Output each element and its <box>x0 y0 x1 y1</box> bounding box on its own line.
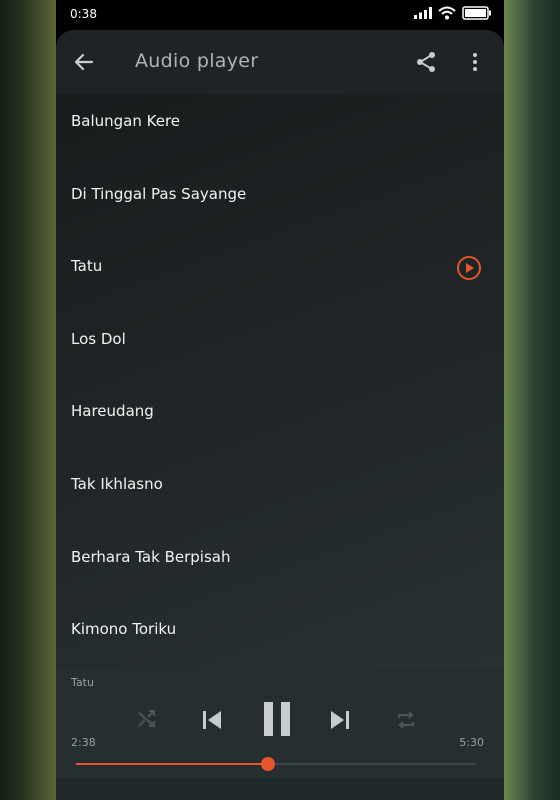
skip-next-icon[interactable] <box>328 708 352 736</box>
wallpaper-right <box>502 0 560 800</box>
repeat-icon[interactable] <box>394 708 418 736</box>
song-title: Tatu <box>71 257 103 276</box>
status-time: 0:38 <box>70 7 97 21</box>
song-item-playing[interactable]: Tatu <box>56 239 504 312</box>
status-bar: 0:38 <box>56 0 504 30</box>
seek-thumb[interactable] <box>260 757 275 771</box>
skip-previous-icon[interactable] <box>200 708 224 736</box>
song-item[interactable]: Di Tinggal Pas Sayange <box>56 167 504 240</box>
song-item[interactable]: Balungan Kere <box>56 94 504 167</box>
more-vert-icon[interactable] <box>463 50 487 74</box>
song-list: Balungan Kere Di Tinggal Pas Sayange Tat… <box>56 94 504 675</box>
wallpaper-left <box>0 0 58 800</box>
current-time: 2:38 <box>71 736 96 749</box>
app-screen: Audio player Balungan Kere Di Tinggal Pa… <box>56 30 504 800</box>
wifi-icon <box>438 6 456 23</box>
song-title: Balungan Kere <box>71 112 181 130</box>
bottom-strip <box>56 778 504 800</box>
back-arrow-icon[interactable] <box>72 50 96 74</box>
seek-progress <box>76 763 268 765</box>
song-item[interactable]: Hareudang <box>56 384 504 457</box>
player-controls <box>56 702 504 742</box>
share-icon[interactable] <box>414 50 438 74</box>
song-title: Di Tinggal Pas Sayange <box>71 184 247 203</box>
song-title: Tak Ikhlasno <box>71 474 163 493</box>
play-circle-icon[interactable] <box>456 255 482 281</box>
seek-bar[interactable] <box>76 757 476 771</box>
duration-time: 5:30 <box>459 736 484 749</box>
app-bar: Audio player <box>56 30 504 94</box>
pause-icon[interactable] <box>262 702 292 740</box>
song-item[interactable]: Berhara Tak Berpisah <box>56 530 504 603</box>
song-title: Los Dol <box>71 329 126 348</box>
song-title: Kimono Toriku <box>71 620 177 639</box>
song-title: Berhara Tak Berpisah <box>71 547 231 566</box>
phone-frame: 0:38 Audio player Balungan Kere Di Tingg… <box>56 0 504 800</box>
now-playing-title: Tatu <box>71 676 94 689</box>
song-item[interactable]: Tak Ikhlasno <box>56 457 504 530</box>
signal-icon <box>414 7 432 22</box>
song-title: Hareudang <box>71 402 154 421</box>
page-title: Audio player <box>135 50 259 72</box>
song-item[interactable]: Los Dol <box>56 312 504 385</box>
battery-icon <box>462 6 492 23</box>
shuffle-icon[interactable] <box>136 708 158 734</box>
song-item[interactable]: Kimono Toriku <box>56 602 504 675</box>
